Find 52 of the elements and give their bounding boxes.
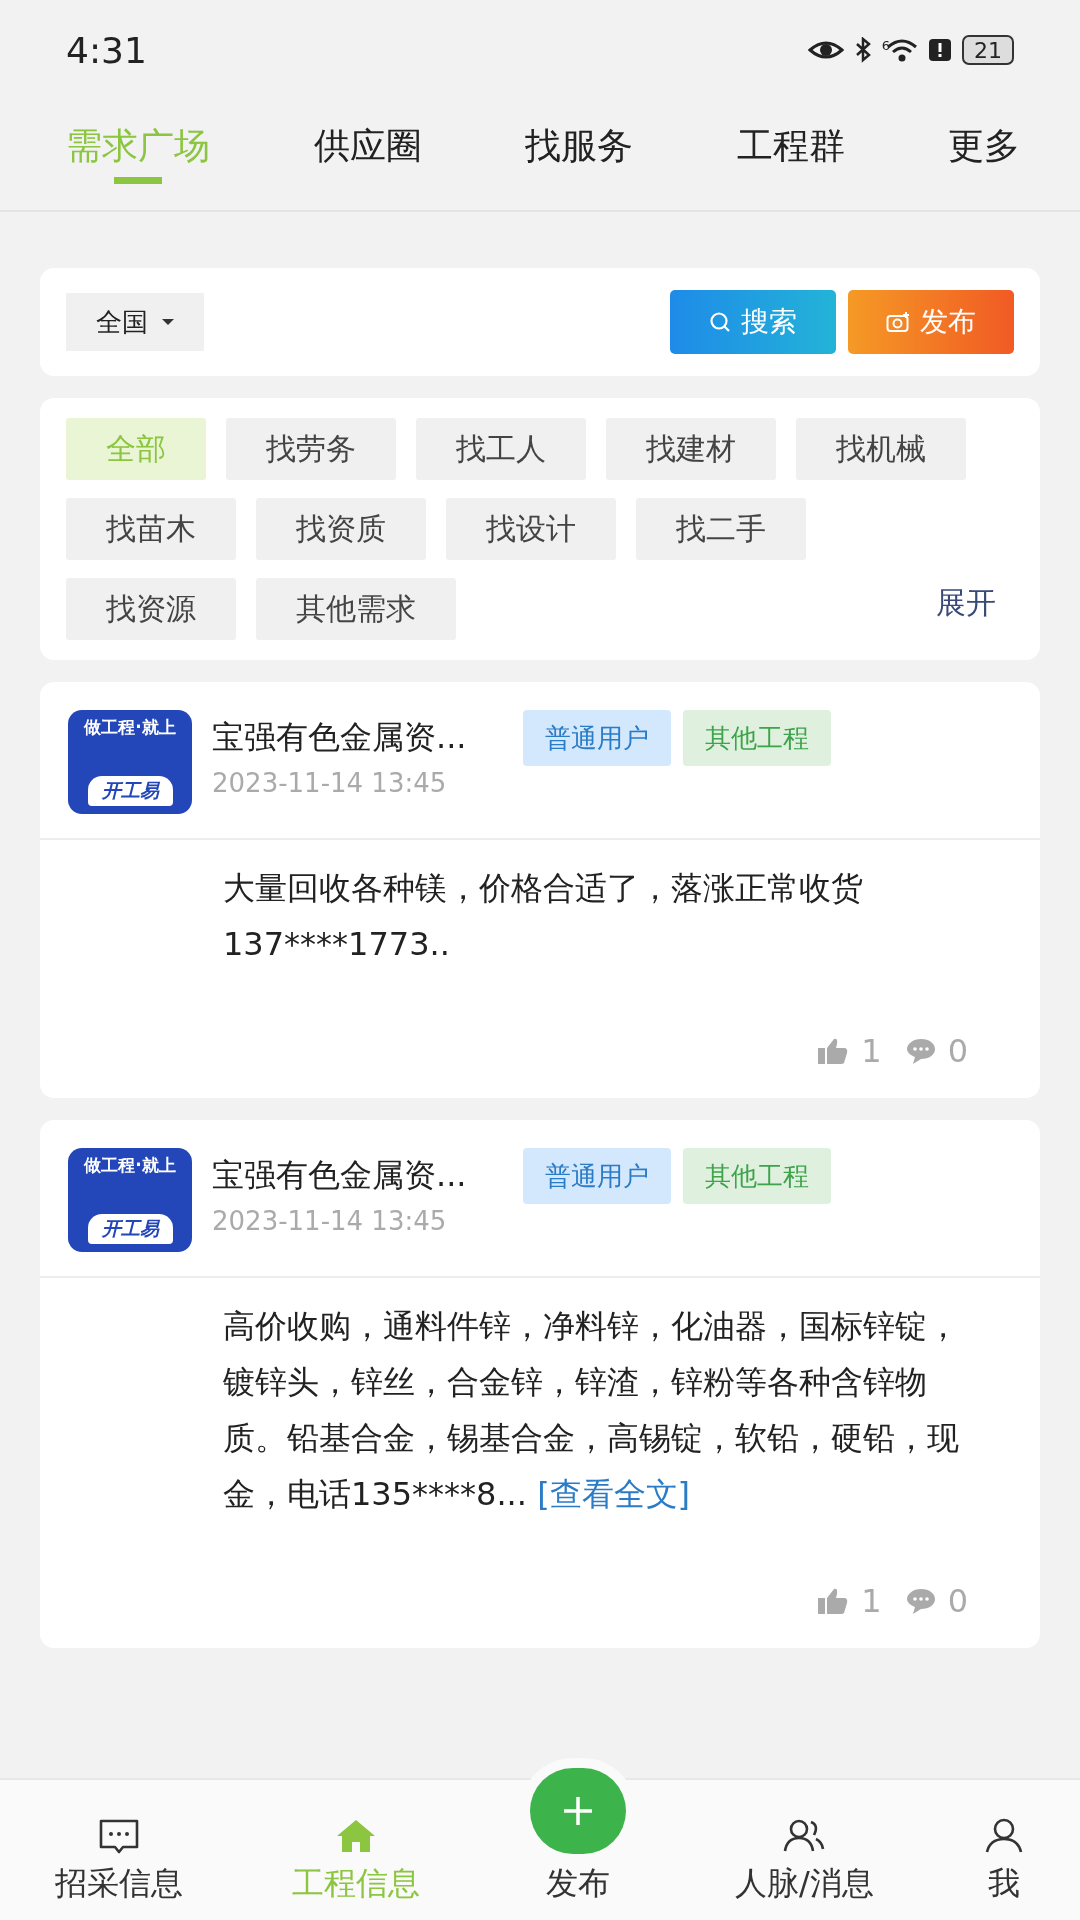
poster-name: 宝强有色金属资... [212,717,467,758]
post-card[interactable]: 做工程·就上 开工易 宝强有色金属资... 普通用户 其他工程 2023-11-14 13:45 大量回收各种镁，价格合适了，落涨正常收货137****1773.. 1 0 [40,682,1040,1098]
user-tag: 其他工程 [682,710,831,766]
status-time: 4:31 [66,29,147,71]
post-date: 2023-11-14 13:45 [212,768,448,798]
category-chip[interactable]: 找二手 [636,498,806,560]
category-chip[interactable]: 找资质 [256,498,426,560]
user-tag: 普通用户 [522,1148,671,1204]
comment-icon [905,1036,936,1066]
category-chip[interactable]: 找苗木 [66,498,236,560]
thumbs-up-icon [817,1036,850,1066]
tab[interactable]: 找服务 [525,100,633,184]
nav-item[interactable]: 我 [983,1818,1026,1906]
category-chip[interactable]: 找劳务 [226,418,396,480]
comment-count: 0 [947,1582,968,1620]
people-icon [783,1818,826,1854]
nav-item[interactable]: 发布 [545,1862,610,1906]
category-chip[interactable]: 找建材 [606,418,776,480]
app-logo: 做工程·就上 开工易 [68,710,192,814]
user-tag: 其他工程 [682,1148,831,1204]
category-chip[interactable]: 找工人 [416,418,586,480]
post-card[interactable]: 做工程·就上 开工易 宝强有色金属资... 普通用户 其他工程 2023-11-14 13:45 高价收购，通料件锌，净料锌，化油器，国标锌锭，镀锌头，锌丝，合金锌，锌渣，锌粉等各种含锌物质。铅基合金，锡基合金，高锡锭，软铅，硬铅，现金，电话135****8... [查看全文] 1 0 [40,1120,1040,1648]
comment-count: 0 [947,1032,968,1070]
comment-icon [905,1586,936,1616]
chat-icon [97,1818,140,1854]
category-chip[interactable]: 其他需求 [256,578,456,640]
battery-indicator: 21 [962,35,1014,65]
user-tag: 普通用户 [522,710,671,766]
read-more-link[interactable]: [查看全文] [537,1475,691,1513]
expand-link[interactable]: 展开 [936,583,996,624]
plus-icon [561,1795,594,1827]
tab[interactable]: 供应圈 [313,100,422,184]
post-text: 高价收购，通料件锌，净料锌，化油器，国标锌锭，镀锌头，锌丝，合金锌，锌渣，锌粉等各种含锌物质。铅基合金，锡基合金，高锡锭，软铅，硬铅，现金，电话135****8... [查看全文] [223,1306,960,1515]
camera-icon [886,311,910,333]
post-date: 2023-11-14 13:45 [212,1206,448,1236]
like-count: 1 [861,1032,882,1070]
search-icon [709,311,731,333]
thumbs-up-icon [817,1586,850,1616]
like-count: 1 [861,1582,882,1620]
region-dropdown[interactable]: 全国 [66,293,204,351]
tab[interactable]: 更多 [948,100,1020,184]
nav-item[interactable]: 人脉/消息 [735,1818,874,1906]
alert-icon [928,38,952,62]
nav-item[interactable]: 招采信息 [54,1818,183,1906]
caret-icon [162,319,174,325]
category-chip[interactable]: 找机械 [796,418,966,480]
tab[interactable]: 工程群 [736,100,845,184]
post-text: 大量回收各种镁，价格合适了，落涨正常收货137****1773.. [223,868,864,965]
category-chip[interactable]: 找设计 [446,498,616,560]
app-logo: 做工程·就上 开工易 [68,1148,192,1252]
poster-name: 宝强有色金属资... [212,1155,467,1196]
category-chip[interactable]: 找资源 [66,578,236,640]
